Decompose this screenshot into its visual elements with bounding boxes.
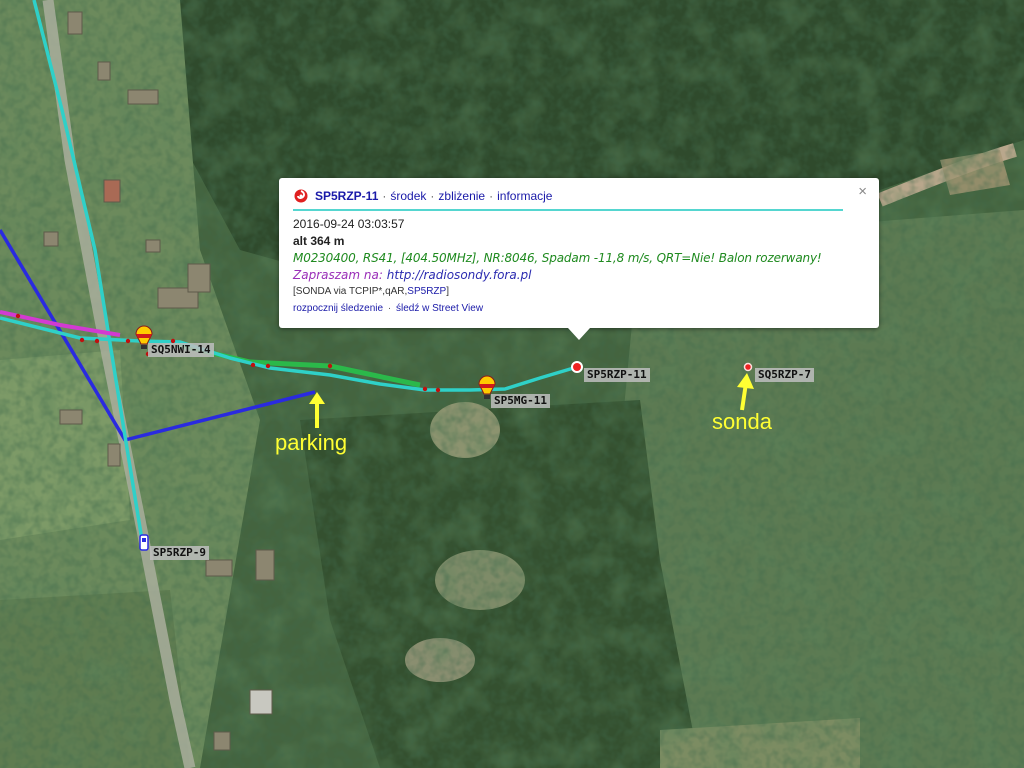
car-icon[interactable]: [139, 534, 149, 551]
popup-timestamp: 2016-09-24 03:03:57: [293, 217, 405, 231]
station-label-sp5rzp-11[interactable]: SP5RZP-11: [584, 368, 650, 382]
aprs-symbol-icon: [294, 189, 308, 203]
popup-actions: rozpocznij śledzenie · śledź w Street Vi…: [293, 300, 865, 318]
path-prefix: [SONDA via TCPIP*,qAR,: [293, 286, 408, 297]
station-label-sq5nwi-14[interactable]: SQ5NWI-14: [148, 343, 214, 357]
path-suffix: ]: [446, 286, 449, 297]
station-label-sp5mg-11[interactable]: SP5MG-11: [491, 394, 550, 408]
map-satellite-view[interactable]: [0, 0, 1024, 768]
red-dot-icon[interactable]: [571, 361, 583, 373]
zoom-link[interactable]: zbliżenie: [438, 189, 485, 203]
station-info-popup: × SP5RZP-11 · środek · zbliżenie · infor…: [279, 178, 879, 340]
red-dot-icon[interactable]: [743, 362, 753, 372]
separator: ·: [430, 189, 435, 203]
popup-path: [SONDA via TCPIP*,qAR,SP5RZP]: [293, 284, 865, 300]
station-label-sp5rzp-9[interactable]: SP5RZP-9: [150, 546, 209, 560]
close-icon[interactable]: ×: [858, 184, 867, 200]
separator: ·: [489, 189, 494, 203]
popup-pointer: [568, 328, 590, 340]
annotation-parking: parking: [275, 430, 348, 455]
separator: ·: [387, 303, 392, 314]
popup-header: SP5RZP-11 · środek · zbliżenie · informa…: [293, 186, 865, 206]
info-link[interactable]: informacje: [497, 189, 552, 203]
popup-altitude: alt 364 m: [293, 234, 345, 248]
popup-callsign-link[interactable]: SP5RZP-11: [315, 189, 378, 203]
path-station-link[interactable]: SP5RZP: [407, 286, 446, 297]
terrain-texture-fine: [0, 0, 1024, 768]
separator: ·: [382, 189, 387, 203]
popup-divider: [293, 209, 843, 211]
station-label-sq5rzp-7[interactable]: SQ5RZP-7: [755, 368, 814, 382]
popup-comment: M0230400, RS41, [404.50MHz], NR:8046, Sp…: [293, 251, 822, 265]
center-link[interactable]: środek: [390, 189, 426, 203]
invite-url[interactable]: http://radiosondy.fora.pl: [387, 268, 532, 282]
start-tracking-link[interactable]: rozpocznij śledzenie: [293, 303, 383, 314]
street-view-link[interactable]: śledź w Street View: [396, 303, 483, 314]
annotation-sonda: sonda: [712, 409, 772, 434]
invite-prefix: Zapraszam na:: [293, 268, 383, 282]
popup-invite: Zapraszam na: http://radiosondy.fora.pl: [293, 267, 865, 284]
